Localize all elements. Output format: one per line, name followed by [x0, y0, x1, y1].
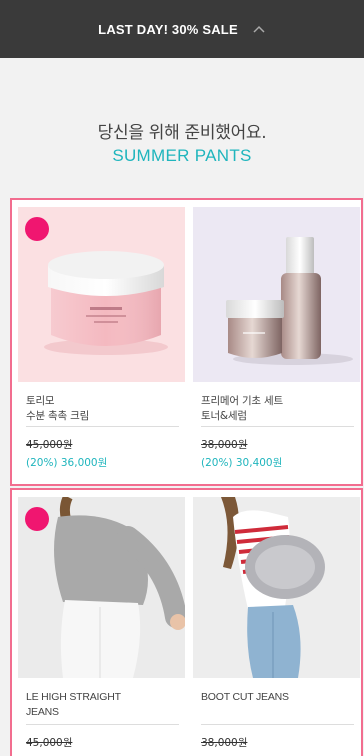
- skincare-bottles-illustration: [226, 237, 353, 365]
- original-price: 38,000원: [201, 439, 248, 451]
- product-name[interactable]: 토리모 수분 촉촉 크림: [26, 394, 179, 427]
- product-image-cream[interactable]: [18, 207, 185, 382]
- product-card-bootcut-jeans[interactable]: BOOT CUT JEANS 38,000원: [193, 497, 360, 750]
- sale-price: (20%) 36,000원: [26, 457, 108, 469]
- product-image-skincare-set[interactable]: [193, 207, 360, 382]
- product-image-bootcut-jeans[interactable]: [193, 497, 360, 678]
- sale-banner-text: LAST DAY! 30% SALE: [98, 21, 238, 37]
- hero-subtitle: 당신을 위해 준비했어요.: [97, 123, 267, 143]
- product-image-straight-jeans[interactable]: [18, 497, 185, 678]
- model-blue-jeans-illustration: [221, 497, 325, 678]
- product-section-cosmetics: 토리모 수분 촉촉 크림 45,000원 (20%) 36,000원 프리메어 …: [10, 198, 363, 486]
- original-price: 38,000원: [201, 737, 248, 749]
- product-name[interactable]: LE HIGH STRAIGHT JEANS: [26, 690, 179, 725]
- chevron-up-icon[interactable]: [252, 24, 266, 34]
- product-section-jeans: LE HIGH STRAIGHT JEANS 45,000원 BOOT CUT …: [10, 488, 363, 756]
- badge-dot: [25, 217, 49, 241]
- original-price: 45,000원: [26, 737, 73, 749]
- sale-price: (20%) 30,400원: [201, 457, 283, 469]
- product-card-cream[interactable]: 토리모 수분 촉촉 크림 45,000원 (20%) 36,000원: [18, 207, 185, 470]
- hero-section: 당신을 위해 준비했어요. SUMMER PANTS: [0, 58, 364, 170]
- product-card-straight-jeans[interactable]: LE HIGH STRAIGHT JEANS 45,000원: [18, 497, 185, 750]
- original-price: 45,000원: [26, 439, 73, 451]
- product-card-skincare-set[interactable]: 프리메어 기초 세트 토너&세럼 38,000원 (20%) 30,400원: [193, 207, 360, 470]
- sale-banner[interactable]: LAST DAY! 30% SALE: [0, 0, 364, 58]
- product-name[interactable]: BOOT CUT JEANS: [201, 690, 354, 725]
- hero-title: SUMMER PANTS: [112, 146, 252, 165]
- product-name[interactable]: 프리메어 기초 세트 토너&세럼: [201, 394, 354, 427]
- badge-dot: [25, 507, 49, 531]
